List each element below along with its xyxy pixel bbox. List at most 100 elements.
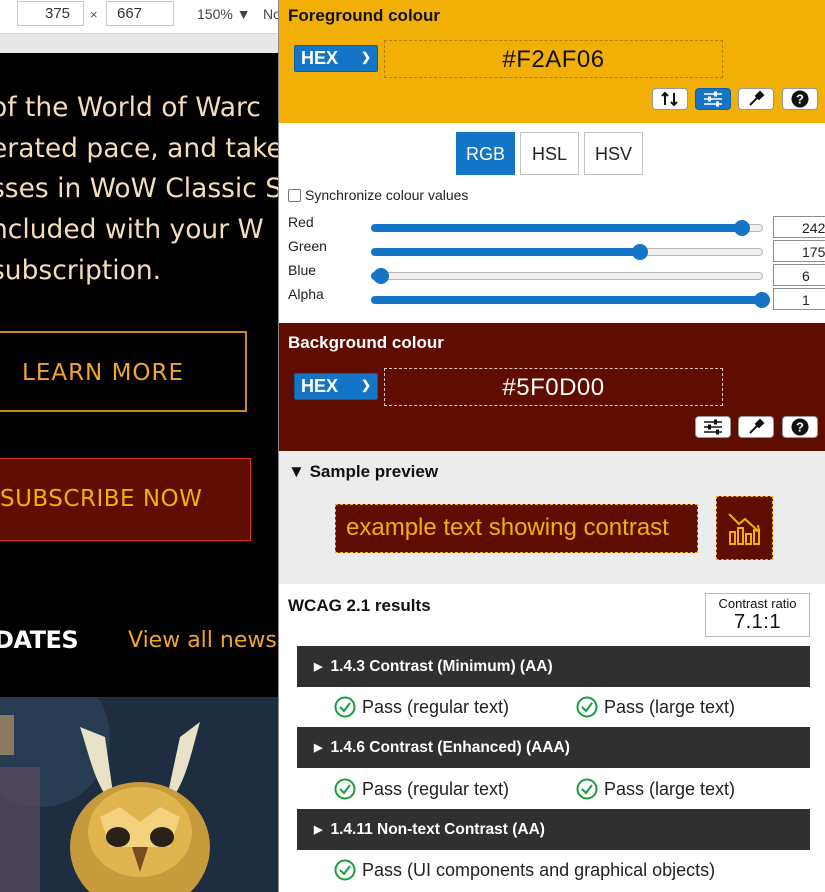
criterion-result: Pass (large text) <box>576 778 735 800</box>
foreground-eyedropper-button[interactable] <box>738 88 774 110</box>
blue-value-input[interactable]: 6 <box>773 264 825 286</box>
eyedropper-icon <box>749 418 765 434</box>
wcag-results-title: WCAG 2.1 results <box>288 596 431 615</box>
sample-icon-box <box>716 496 773 560</box>
news-hero-image[interactable] <box>0 697 278 892</box>
sample-preview-section: ▼ Sample preview example text showing co… <box>279 451 825 584</box>
background-title: Background colour <box>288 333 444 352</box>
chevron-down-icon: ❯ <box>360 50 371 64</box>
throttle-select[interactable]: No <box>263 6 278 22</box>
contrast-ratio-value: 7.1:1 <box>734 611 781 633</box>
alpha-slider[interactable] <box>371 292 770 308</box>
alpha-slider-fill <box>371 296 763 304</box>
criterion-1-4-3-toggle[interactable]: ▶ 1.4.3 Contrast (Minimum) (AA) <box>297 646 810 687</box>
background-hex-input[interactable]: #5F0D00 <box>384 368 723 406</box>
chevron-down-icon: ❯ <box>360 378 371 392</box>
criterion-title: 1.4.11 Non-text Contrast (AA) <box>330 821 545 838</box>
result-text: Pass (regular text) <box>362 778 510 799</box>
sliders-icon <box>704 91 722 107</box>
alpha-label: Alpha <box>288 286 324 302</box>
subscribe-now-button[interactable]: SUBSCRIBE NOW <box>0 458 251 541</box>
check-circle-icon <box>334 859 356 881</box>
zoom-select[interactable]: 150% ▼ <box>197 6 251 22</box>
criterion-result: Pass (regular text) <box>334 696 509 718</box>
foreground-section: Foreground colour HEX ❯ #F2AF06 ? <box>279 0 825 123</box>
synchronize-checkbox[interactable] <box>288 188 301 202</box>
criterion-1-4-6-toggle[interactable]: ▶ 1.4.6 Contrast (Enhanced) (AAA) <box>297 727 810 768</box>
owl-creature-image <box>0 697 278 892</box>
result-text: Pass (UI components and graphical object… <box>362 859 716 880</box>
check-circle-icon <box>334 778 356 800</box>
criterion-title: 1.4.6 Contrast (Enhanced) (AAA) <box>330 739 570 756</box>
red-slider-fill <box>371 224 744 232</box>
intro-line: sses in WoW Classic S <box>0 173 278 205</box>
alpha-value-input[interactable]: 1 <box>773 288 825 310</box>
swap-icon <box>661 91 678 107</box>
synchronize-label: Synchronize colour values <box>305 187 469 203</box>
view-all-news-link[interactable]: View all news <box>128 628 277 653</box>
learn-more-button[interactable]: LEARN MORE <box>0 331 247 412</box>
alpha-slider-row: Alpha 1 <box>288 286 825 310</box>
intro-line: subscription. <box>0 254 162 286</box>
check-circle-icon <box>576 696 598 718</box>
blue-slider[interactable] <box>371 268 763 284</box>
result-text: Pass (large text) <box>604 778 736 799</box>
criterion-title: 1.4.3 Contrast (Minimum) (AA) <box>330 658 553 675</box>
background-format-value: HEX <box>301 376 339 396</box>
mode-hsl-button[interactable]: HSL <box>520 132 579 175</box>
green-slider-thumb[interactable] <box>631 244 648 260</box>
blue-label: Blue <box>288 262 317 278</box>
responsive-toolbar: 375 × 667 150% ▼ No <box>0 0 278 33</box>
criterion-result: Pass (regular text) <box>334 778 509 800</box>
wcag-results-section: WCAG 2.1 results Contrast ratio 7.1:1 ▶ 1… <box>279 584 825 892</box>
background-sliders-button[interactable] <box>695 416 731 438</box>
foreground-title: Foreground colour <box>288 6 441 25</box>
check-circle-icon <box>334 696 356 718</box>
intro-line: ncluded with your W <box>0 214 264 246</box>
intro-line: of the World of Warc <box>0 92 261 123</box>
green-slider[interactable] <box>371 244 763 260</box>
mode-hsv-button[interactable]: HSV <box>584 132 643 175</box>
green-slider-fill <box>371 248 641 256</box>
intro-line: erated pace, and take <box>0 132 278 164</box>
svg-text:?: ? <box>796 92 804 107</box>
sample-preview-toggle[interactable]: ▼ Sample preview <box>288 462 438 482</box>
intro-text: of the World of Warc erated pace, and ta… <box>0 88 278 292</box>
foreground-help-button[interactable]: ? <box>782 88 818 110</box>
foreground-hex-input[interactable]: #F2AF06 <box>384 40 723 78</box>
blue-slider-row: Blue 6 <box>288 262 825 286</box>
criterion-1-4-11-toggle[interactable]: ▶ 1.4.11 Non-text Contrast (AA) <box>297 809 810 850</box>
sample-preview-title: Sample preview <box>309 462 439 481</box>
criterion-result: Pass (UI components and graphical object… <box>334 859 715 881</box>
eyedropper-icon <box>749 90 765 106</box>
result-text: Pass (regular text) <box>362 696 510 717</box>
blue-slider-thumb[interactable] <box>373 268 390 284</box>
alpha-slider-thumb[interactable] <box>754 292 770 308</box>
background-help-button[interactable]: ? <box>782 416 818 438</box>
viewport-height-input[interactable]: 667 <box>106 1 174 26</box>
check-circle-icon <box>576 778 598 800</box>
website-preview: 375 × 667 150% ▼ No of the World of Warc… <box>0 0 278 892</box>
green-label: Green <box>288 238 327 254</box>
red-value-input[interactable]: 242 <box>773 216 825 238</box>
result-text: Pass (large text) <box>604 696 736 717</box>
foreground-format-value: HEX <box>301 48 339 68</box>
mode-rgb-button[interactable]: RGB <box>456 132 515 175</box>
swap-colours-button[interactable] <box>652 88 688 110</box>
red-label: Red <box>288 214 314 230</box>
foreground-format-select[interactable]: HEX ❯ <box>294 45 378 72</box>
background-format-select[interactable]: HEX ❯ <box>294 373 378 400</box>
contrast-ratio-box: Contrast ratio 7.1:1 <box>705 593 810 637</box>
colour-mode-group: RGB HSL HSV <box>456 132 643 175</box>
viewport-width-input[interactable]: 375 <box>17 1 84 26</box>
svg-text:?: ? <box>796 420 804 435</box>
red-slider[interactable] <box>371 220 763 236</box>
collapsed-triangle-icon: ▶ <box>314 661 323 673</box>
foreground-sliders-button[interactable] <box>695 88 731 110</box>
synchronize-option[interactable]: Synchronize colour values <box>288 187 468 203</box>
criterion-result: Pass (large text) <box>576 696 735 718</box>
contrast-ratio-label: Contrast ratio <box>718 596 797 611</box>
red-slider-thumb[interactable] <box>734 220 751 236</box>
background-eyedropper-button[interactable] <box>738 416 774 438</box>
green-value-input[interactable]: 175 <box>773 240 825 262</box>
